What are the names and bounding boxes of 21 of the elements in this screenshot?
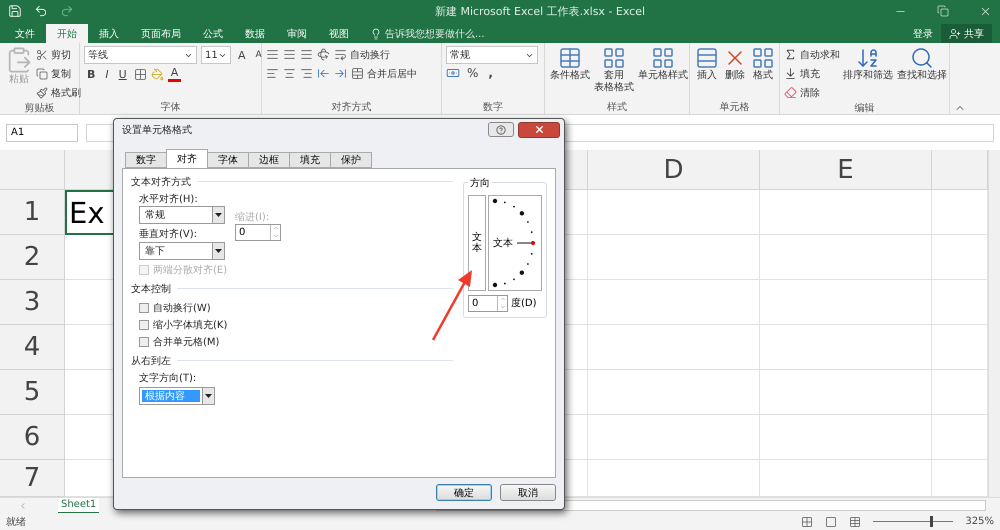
status-text: 就绪	[6, 516, 27, 528]
group-label: 单元格	[718, 100, 750, 114]
section-heading: 文本对齐方式	[131, 176, 191, 189]
group-label: 编辑	[854, 102, 876, 115]
section-heading: 方向	[468, 176, 492, 190]
dial-text: 文本	[493, 236, 513, 250]
section-heading: 文本控制	[131, 282, 171, 296]
group-label: 对齐方式	[330, 100, 372, 114]
field-label: 度(D)	[511, 296, 537, 310]
group-label: 剪贴板	[24, 102, 56, 115]
field-label: 水平对齐(H):	[139, 192, 199, 206]
group-label: 样式	[606, 100, 628, 114]
group-label: 字体	[160, 100, 182, 114]
zoom-level: 325%	[965, 516, 994, 527]
section-heading: 从右到左	[131, 354, 171, 368]
window-title: 新建 Microsoft Excel 工作表.xlsx - Excel	[434, 4, 646, 18]
field-label: 缩进(I):	[235, 210, 270, 224]
group-label: 数字	[482, 100, 504, 114]
dialog-title: 设置单元格格式	[122, 124, 193, 137]
field-label: 文字方向(T):	[139, 372, 198, 385]
field-label: 垂直对齐(V):	[139, 228, 198, 241]
